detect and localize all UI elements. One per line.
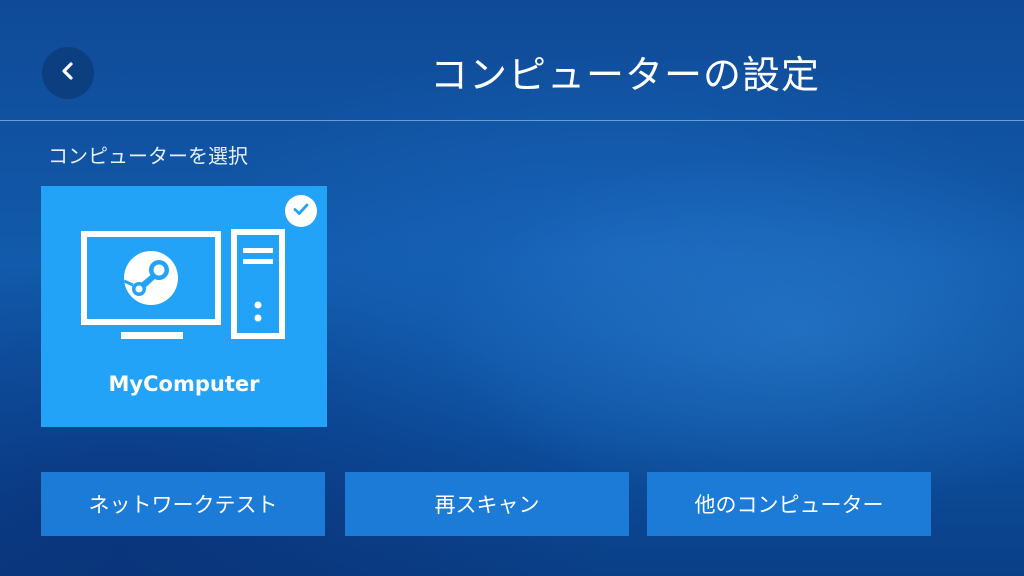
section-label: コンピューターを選択 <box>48 144 248 168</box>
chevron-left-icon <box>57 60 79 86</box>
rescan-button[interactable]: 再スキャン <box>345 472 629 536</box>
steam-computer-icon <box>81 226 291 350</box>
page-title: コンピューターの設定 <box>429 53 820 97</box>
computer-card[interactable]: MyComputer <box>41 186 327 427</box>
other-computers-button[interactable]: 他のコンピューター <box>647 472 931 536</box>
computer-name: MyComputer <box>108 372 260 396</box>
back-button[interactable] <box>42 47 94 99</box>
network-test-button[interactable]: ネットワークテスト <box>41 472 325 536</box>
header-divider <box>0 120 1024 121</box>
selected-badge <box>285 195 317 227</box>
checkmark-icon <box>291 199 311 223</box>
